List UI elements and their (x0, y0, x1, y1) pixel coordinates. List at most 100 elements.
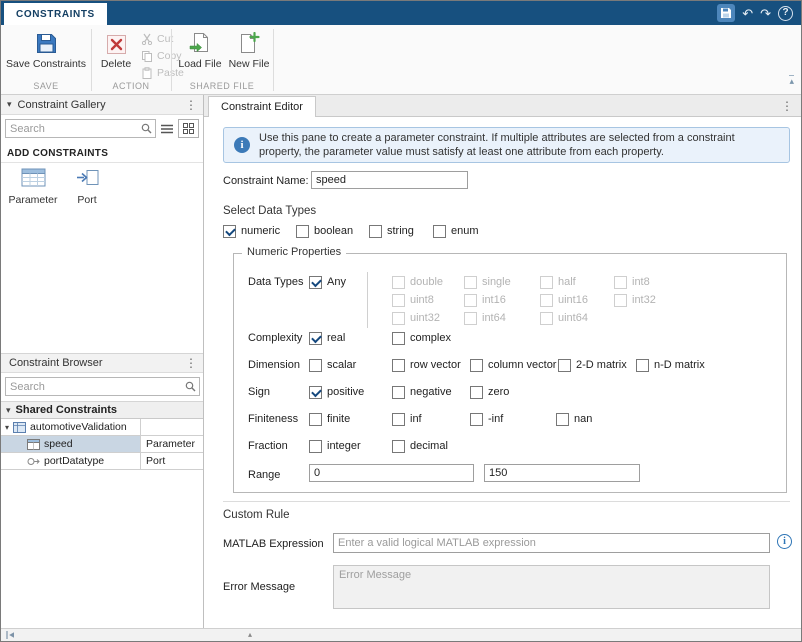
checkbox-nd-matrix[interactable]: n-D matrix (636, 357, 705, 373)
list-view-button[interactable] (158, 119, 176, 138)
checkbox-decimal[interactable]: decimal (392, 438, 448, 454)
floppy-disk-icon (720, 7, 732, 19)
tree-row-port-datatype[interactable]: portDatatype Port (1, 453, 203, 470)
new-file-button[interactable]: New File (227, 29, 271, 81)
checkbox-scalar[interactable]: scalar (309, 357, 356, 373)
tree-cell-type[interactable] (141, 419, 203, 435)
checkbox-label: inf (405, 413, 422, 425)
checkbox-box (392, 312, 405, 325)
checkbox-box (309, 413, 322, 426)
save-constraints-icon (35, 29, 58, 55)
constraint-gallery-title: Constraint Gallery (18, 99, 106, 111)
checkbox-box (392, 359, 405, 372)
checkbox-inf[interactable]: inf (392, 411, 422, 427)
quick-access-toolbar: ↶ ↷ ? (717, 1, 793, 25)
save-icon[interactable] (717, 4, 735, 22)
checkbox-box (392, 276, 405, 289)
collapse-gallery-icon[interactable]: ▾ (7, 99, 12, 110)
collapse-shared-icon[interactable]: ▾ (6, 405, 11, 416)
tree-cell-type[interactable]: Port (141, 453, 203, 469)
shared-constraints-header[interactable]: ▾ Shared Constraints (1, 401, 203, 419)
checkbox-string[interactable]: string (369, 223, 414, 239)
checkbox-box (540, 294, 553, 307)
error-message-input[interactable] (333, 565, 770, 609)
range-max-input[interactable] (484, 464, 640, 482)
redo-icon[interactable]: ↷ (760, 7, 771, 20)
tree-row-speed[interactable]: speed Parameter (1, 436, 203, 453)
checkbox-zero[interactable]: zero (470, 384, 509, 400)
tab-constraints[interactable]: CONSTRAINTS (4, 3, 107, 25)
browser-menu-icon[interactable]: ⋮ (185, 356, 197, 370)
grid-view-button[interactable] (178, 119, 199, 138)
checkbox-finite[interactable]: finite (309, 411, 350, 427)
tree-cell-name[interactable]: portDatatype (1, 453, 141, 469)
browser-search-input[interactable] (6, 381, 185, 393)
checkbox-label: scalar (322, 359, 356, 371)
delete-button[interactable]: Delete (95, 29, 137, 81)
checkbox-label: boolean (309, 225, 353, 237)
statusbar: ▴ (1, 628, 801, 641)
help-icon[interactable]: ? (778, 6, 793, 21)
editor-tabstrip: Constraint Editor ⋮ (204, 95, 801, 117)
checkbox-nan[interactable]: nan (556, 411, 592, 427)
collapse-left-panel-icon[interactable] (5, 630, 15, 640)
checkbox-box (556, 413, 569, 426)
checkbox-any[interactable]: Any (309, 274, 346, 290)
checkbox-positive[interactable]: positive (309, 384, 364, 400)
checkbox-column-vector[interactable]: column vector (470, 357, 556, 373)
checkbox-label: half (553, 276, 576, 288)
expression-info-icon[interactable]: i (777, 534, 792, 549)
checkbox-label: uint8 (405, 294, 434, 306)
checkbox-neg-inf[interactable]: -inf (470, 411, 503, 427)
gallery-search-input[interactable] (6, 123, 141, 135)
checkbox-real[interactable]: real (309, 330, 345, 346)
checkbox-uint8: uint8 (392, 292, 434, 308)
gallery-menu-icon[interactable]: ⋮ (185, 98, 197, 112)
range-min-input[interactable] (309, 464, 474, 482)
matlab-expression-input[interactable] (333, 533, 770, 553)
save-constraints-button[interactable]: Save Constraints (3, 29, 89, 81)
port-icon (75, 167, 100, 191)
minimize-toolstrip-icon[interactable]: ▴ (789, 75, 794, 86)
constraint-name-input[interactable] (311, 171, 468, 189)
parameter-icon (21, 167, 46, 191)
finiteness-row-label: Finiteness (248, 411, 298, 427)
editor-menu-icon[interactable]: ⋮ (781, 99, 793, 113)
load-file-label: Load File (178, 58, 221, 70)
checkbox-label: decimal (405, 440, 448, 452)
tree-cell-type[interactable]: Parameter (141, 436, 203, 452)
checkbox-negative[interactable]: negative (392, 384, 452, 400)
gallery-item-parameter-label: Parameter (8, 194, 57, 206)
checkbox-2d-matrix[interactable]: 2-D matrix (558, 357, 627, 373)
tab-constraint-editor[interactable]: Constraint Editor (208, 96, 316, 117)
load-file-button[interactable]: Load File (177, 29, 223, 81)
undo-icon[interactable]: ↶ (742, 7, 753, 20)
custom-rule-title: Custom Rule (223, 509, 289, 521)
checkbox-row-vector[interactable]: row vector (392, 357, 461, 373)
checkbox-box (540, 312, 553, 325)
checkbox-boolean[interactable]: boolean (296, 223, 353, 239)
checkbox-int8: int8 (614, 274, 650, 290)
checkbox-integer[interactable]: integer (309, 438, 361, 454)
checkbox-complex[interactable]: complex (392, 330, 451, 346)
expand-panel-icon[interactable]: ▴ (248, 629, 252, 640)
expander-icon[interactable]: ▾ (5, 423, 9, 432)
fraction-row-label: Fraction (248, 438, 288, 454)
tree-node-type: Parameter (146, 438, 195, 450)
checkbox-box (558, 359, 571, 372)
checkbox-box (309, 332, 322, 345)
tree-node-label: automotiveValidation (30, 421, 127, 433)
checkbox-box (540, 276, 553, 289)
range-row-label: Range (248, 467, 280, 483)
tree-cell-name[interactable]: ▾ automotiveValidation (1, 419, 141, 435)
checkbox-numeric[interactable]: numeric (223, 223, 280, 239)
gallery-item-parameter[interactable]: Parameter (7, 167, 59, 206)
tree-cell-name-selected[interactable]: speed (1, 436, 141, 452)
copy-button[interactable]: Copy (141, 48, 182, 63)
list-icon (161, 124, 173, 134)
cut-button[interactable]: Cut (141, 31, 173, 46)
tree-row-automotive-validation[interactable]: ▾ automotiveValidation (1, 419, 203, 436)
constraint-browser-title: Constraint Browser (9, 357, 103, 369)
checkbox-enum[interactable]: enum (433, 223, 479, 239)
gallery-item-port[interactable]: Port (65, 167, 109, 206)
